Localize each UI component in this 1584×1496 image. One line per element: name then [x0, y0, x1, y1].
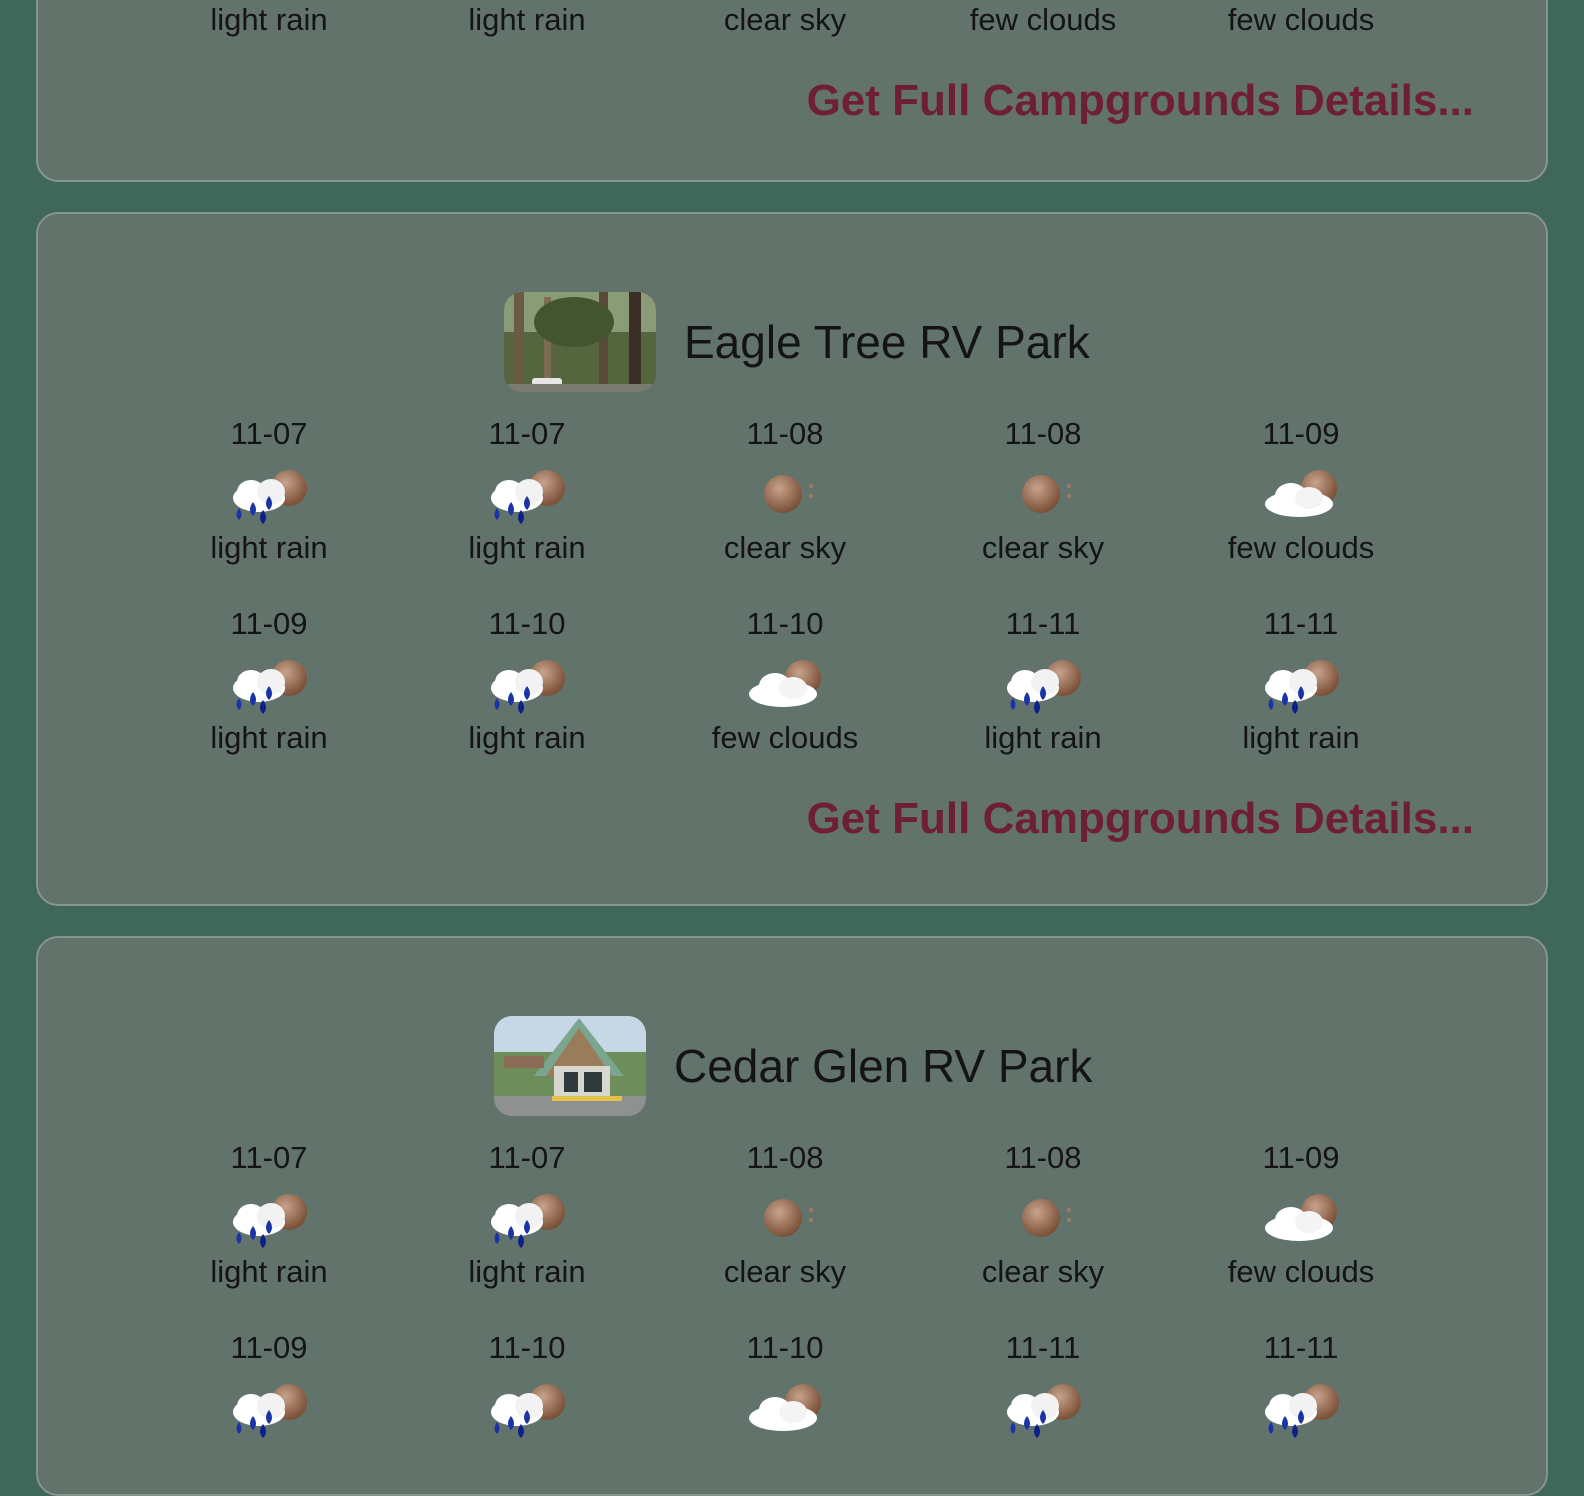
forecast-description: light rain — [210, 2, 328, 37]
forecast-date: 11-07 — [488, 416, 566, 451]
forecast-date: 11-08 — [746, 1140, 824, 1175]
light-rain-icon — [229, 1190, 309, 1248]
forecast-description: light rain — [210, 720, 328, 755]
forecast-cell: 11-09 few clouds — [1171, 416, 1431, 566]
forecast-description: clear sky — [723, 530, 847, 565]
few-clouds-icon — [745, 656, 825, 714]
forecast-cell: 11-11 — [1171, 1330, 1431, 1480]
clear-sky-icon — [745, 466, 825, 524]
forecast-description: light rain — [468, 2, 586, 37]
few-clouds-icon — [1261, 466, 1341, 524]
forecast-cell: 11-07 light rain — [397, 1140, 657, 1290]
forecast-date: 11-07 — [230, 416, 308, 451]
light-rain-icon — [1003, 1380, 1083, 1438]
forecast-cell: 11-07 light rain — [397, 416, 657, 566]
forecast-cell: 11-07 light rain — [139, 416, 399, 566]
campground-details-link[interactable]: Get Full Campgrounds Details... — [807, 794, 1474, 844]
forecast-date: 11-10 — [488, 1330, 566, 1365]
light-rain-icon — [487, 656, 567, 714]
light-rain-icon — [487, 1380, 567, 1438]
campground-card: Cedar Glen RV Park 11-07 light rain 11-07… — [36, 936, 1548, 1496]
forecast-date: 11-10 — [746, 1330, 824, 1365]
forecast-date: 11-07 — [230, 1140, 308, 1175]
forecast-description: few clouds — [1227, 2, 1375, 37]
forecast-date: 11-09 — [1262, 416, 1340, 451]
campground-header: Cedar Glen RV Park — [38, 1016, 1546, 1116]
forecast-description: clear sky — [981, 530, 1105, 565]
forecast-date: 11-10 — [488, 606, 566, 641]
forecast-date: 11-09 — [230, 1330, 308, 1365]
light-rain-icon — [229, 466, 309, 524]
forecast-description: few clouds — [969, 2, 1117, 37]
forecast-cell: 11-10 — [397, 1330, 657, 1480]
campground-card: Eagle Tree RV Park 11-07 light rain 11-07… — [36, 212, 1548, 906]
forecast-description: clear sky — [723, 1254, 847, 1289]
forecast-description: few clouds — [1227, 530, 1375, 565]
forecast-date: 11-09 — [1262, 1140, 1340, 1175]
light-rain-icon — [1003, 656, 1083, 714]
forecast-description: few clouds — [1227, 1254, 1375, 1289]
forecast-date: 11-11 — [1005, 1330, 1081, 1365]
forecast-cell: 11-10 — [655, 1330, 915, 1480]
forecast-description: light rain — [468, 1254, 586, 1289]
forecast-cell: 11-10 few clouds — [655, 606, 915, 756]
clear-sky-icon — [745, 1190, 825, 1248]
campground-header: Eagle Tree RV Park — [38, 292, 1546, 392]
forecast-description: light rain — [1242, 720, 1360, 755]
forecast-cell: clear sky — [655, 0, 915, 38]
forecast-cell: 11-11 — [913, 1330, 1173, 1480]
forecast-description: light rain — [468, 720, 586, 755]
campground-photo[interactable] — [494, 1016, 646, 1116]
forecast-date: 11-11 — [1263, 606, 1339, 641]
light-rain-icon — [1261, 656, 1341, 714]
few-clouds-icon — [1261, 1190, 1341, 1248]
few-clouds-icon — [745, 1380, 825, 1438]
forecast-date: 11-07 — [488, 1140, 566, 1175]
forecast-date: 11-10 — [746, 606, 824, 641]
forecast-cell: light rain — [139, 0, 399, 38]
light-rain-icon — [229, 1380, 309, 1438]
forecast-date: 11-08 — [746, 416, 824, 451]
forecast-description: few clouds — [711, 720, 859, 755]
forecast-cell: 11-09 few clouds — [1171, 1140, 1431, 1290]
forecast-cell: 11-10 light rain — [397, 606, 657, 756]
campground-card: light rain light rain clear sky few clou… — [36, 0, 1548, 182]
forecast-description: light rain — [210, 1254, 328, 1289]
forecast-cell: 11-08 clear sky — [655, 416, 915, 566]
light-rain-icon — [487, 466, 567, 524]
forecast-cell: 11-11 light rain — [913, 606, 1173, 756]
forecast-cell: 11-11 light rain — [1171, 606, 1431, 756]
campground-photo[interactable] — [504, 292, 656, 392]
forecast-cell: 11-09 — [139, 1330, 399, 1480]
light-rain-icon — [1261, 1380, 1341, 1438]
forecast-date: 11-11 — [1005, 606, 1081, 641]
forecast-cell: 11-07 light rain — [139, 1140, 399, 1290]
forecast-cell: 11-08 clear sky — [913, 416, 1173, 566]
forecast-cell: 11-08 clear sky — [655, 1140, 915, 1290]
forecast-cell: few clouds — [913, 0, 1173, 38]
campground-name: Eagle Tree RV Park — [684, 316, 1090, 368]
forecast-description: light rain — [210, 530, 328, 565]
forecast-date: 11-09 — [230, 606, 308, 641]
forecast-cell: few clouds — [1171, 0, 1431, 38]
forecast-description: light rain — [468, 530, 586, 565]
forecast-description: clear sky — [723, 2, 847, 37]
clear-sky-icon — [1003, 1190, 1083, 1248]
campground-name: Cedar Glen RV Park — [674, 1040, 1093, 1092]
forecast-date: 11-11 — [1263, 1330, 1339, 1365]
forecast-description: clear sky — [981, 1254, 1105, 1289]
forecast-date: 11-08 — [1004, 1140, 1082, 1175]
forecast-cell: 11-09 light rain — [139, 606, 399, 756]
light-rain-icon — [229, 656, 309, 714]
forecast-date: 11-08 — [1004, 416, 1082, 451]
forecast-cell: 11-08 clear sky — [913, 1140, 1173, 1290]
clear-sky-icon — [1003, 466, 1083, 524]
forecast-cell: light rain — [397, 0, 657, 38]
light-rain-icon — [487, 1190, 567, 1248]
campground-details-link[interactable]: Get Full Campgrounds Details... — [807, 76, 1474, 126]
forecast-description: light rain — [984, 720, 1102, 755]
